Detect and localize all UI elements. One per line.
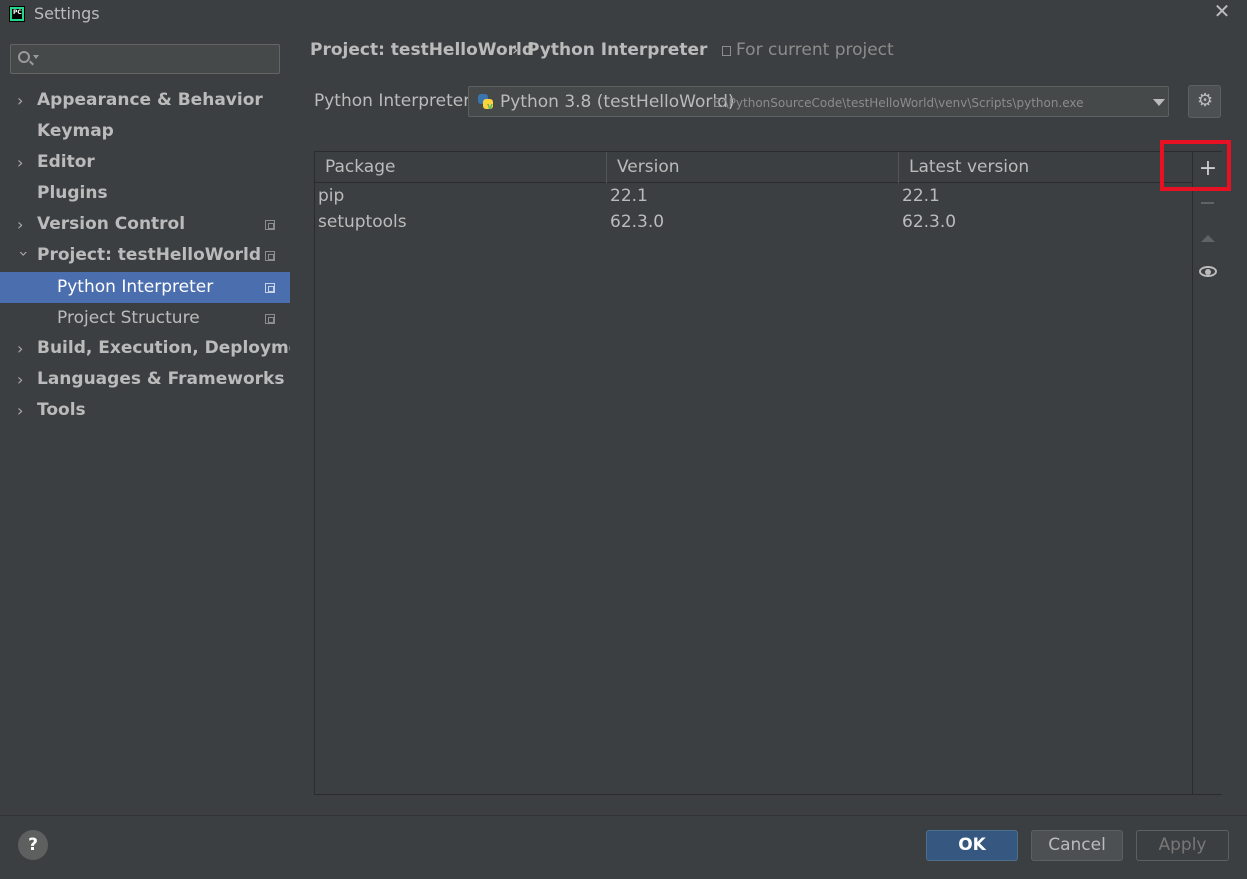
interpreter-settings-button[interactable]: ⚙ — [1188, 85, 1221, 118]
breadcrumb-project: Project: testHelloWorld — [310, 40, 534, 60]
python-icon: v — [477, 93, 495, 112]
sidebar-item-label: Editor — [37, 152, 95, 172]
sidebar-item-tools[interactable]: › Tools — [0, 395, 290, 426]
sidebar-item-keymap[interactable]: Keymap — [0, 116, 290, 147]
project-scope-icon — [265, 220, 275, 230]
minus-icon — [1201, 202, 1214, 204]
column-header-latest-version[interactable]: Latest version — [899, 152, 1192, 183]
table-row[interactable]: pip 22.1 22.1 — [315, 183, 1192, 209]
chevron-right-icon[interactable]: › — [17, 209, 27, 240]
sidebar-item-version-control[interactable]: › Version Control — [0, 209, 290, 240]
settings-content: Project: testHelloWorld › Python Interpr… — [290, 30, 1247, 815]
project-scope-icon — [265, 251, 275, 261]
chevron-right-icon[interactable]: › — [17, 395, 27, 426]
sidebar-item-editor[interactable]: › Editor — [0, 147, 290, 178]
sidebar-item-appearance[interactable]: › Appearance & Behavior — [0, 85, 290, 116]
upgrade-package-button[interactable] — [1193, 224, 1223, 254]
sidebar-item-label: Project: testHelloWorld — [37, 245, 261, 265]
search-input[interactable] — [10, 44, 280, 74]
interpreter-name: Python 3.8 (testHelloWorld) — [500, 92, 735, 112]
sidebar-item-plugins[interactable]: Plugins — [0, 178, 290, 209]
sidebar-item-label: Python Interpreter — [57, 277, 214, 297]
apply-button[interactable]: Apply — [1136, 830, 1229, 861]
column-header-version[interactable]: Version — [607, 152, 899, 183]
pycharm-icon: PC — [9, 6, 25, 22]
sidebar-item-project[interactable]: › Project: testHelloWorld — [0, 240, 290, 271]
sidebar-item-languages[interactable]: › Languages & Frameworks — [0, 364, 290, 395]
sidebar-item-label: Languages & Frameworks — [37, 369, 285, 389]
chevron-down-icon[interactable] — [1153, 99, 1165, 106]
help-button[interactable]: ? — [18, 830, 48, 860]
sidebar-item-python-interpreter[interactable]: Python Interpreter — [0, 272, 290, 303]
ok-button[interactable]: OK — [926, 830, 1018, 861]
title-bar: PC Settings ✕ — [0, 0, 1247, 30]
packages-table: Package Version Latest version pip 22.1 … — [314, 151, 1222, 795]
project-scope-icon — [265, 283, 275, 293]
package-version: 22.1 — [610, 186, 648, 206]
chevron-down-icon[interactable]: › — [9, 251, 40, 261]
sidebar-item-label: Tools — [37, 400, 86, 420]
search-icon — [18, 51, 30, 63]
remove-package-button[interactable] — [1193, 188, 1223, 218]
show-early-releases-button[interactable] — [1193, 256, 1223, 286]
close-icon[interactable]: ✕ — [1211, 0, 1233, 24]
interpreter-select[interactable]: v Python 3.8 (testHelloWorld) E:\PythonS… — [468, 86, 1169, 117]
sidebar-item-label: Version Control — [37, 214, 186, 234]
breadcrumb-separator: › — [512, 40, 519, 59]
settings-dialog: PC Settings ✕ › Appearance & Behavior Ke… — [0, 0, 1247, 879]
package-latest-version: 62.3.0 — [902, 212, 957, 232]
sidebar-item-label: Build, Execution, Deployment — [37, 338, 321, 358]
sidebar-item-build[interactable]: › Build, Execution, Deployment — [0, 333, 321, 364]
sidebar-item-label: Appearance & Behavior — [37, 90, 263, 110]
interpreter-path: E:\PythonSourceCode\testHelloWorld\venv\… — [713, 96, 1084, 110]
chevron-right-icon[interactable]: › — [17, 85, 27, 116]
sidebar-item-label: Keymap — [37, 121, 114, 141]
project-scope-icon — [265, 314, 275, 324]
dialog-footer: ? OK Cancel Apply — [0, 815, 1247, 879]
package-version: 62.3.0 — [610, 212, 665, 232]
sidebar-item-label: Project Structure — [57, 308, 200, 328]
package-latest-version: 22.1 — [902, 186, 940, 206]
eye-icon — [1199, 266, 1217, 277]
chevron-right-icon[interactable]: › — [17, 364, 27, 395]
arrow-up-icon — [1201, 235, 1215, 242]
package-name: setuptools — [318, 212, 407, 232]
cancel-button[interactable]: Cancel — [1031, 830, 1123, 861]
chevron-right-icon[interactable]: › — [17, 333, 27, 364]
table-header: Package Version Latest version — [315, 152, 1192, 183]
sidebar-item-label: Plugins — [37, 183, 108, 203]
interpreter-label: Python Interpreter: — [314, 91, 476, 111]
settings-sidebar: › Appearance & Behavior Keymap › Editor … — [0, 30, 321, 815]
chevron-right-icon[interactable]: › — [17, 147, 27, 178]
package-toolbar: + — [1192, 152, 1222, 794]
breadcrumb-page: Python Interpreter — [527, 40, 708, 60]
column-header-package[interactable]: Package — [315, 152, 607, 183]
table-row[interactable]: setuptools 62.3.0 62.3.0 — [315, 209, 1192, 235]
sidebar-item-project-structure[interactable]: Project Structure — [0, 303, 290, 334]
chevron-down-icon[interactable] — [33, 55, 39, 59]
window-title: Settings — [34, 4, 100, 23]
project-scope-icon — [722, 46, 731, 56]
package-name: pip — [318, 186, 345, 206]
gear-icon: ⚙ — [1197, 90, 1214, 111]
scope-label: For current project — [736, 40, 894, 60]
add-button-highlight — [1160, 140, 1231, 191]
